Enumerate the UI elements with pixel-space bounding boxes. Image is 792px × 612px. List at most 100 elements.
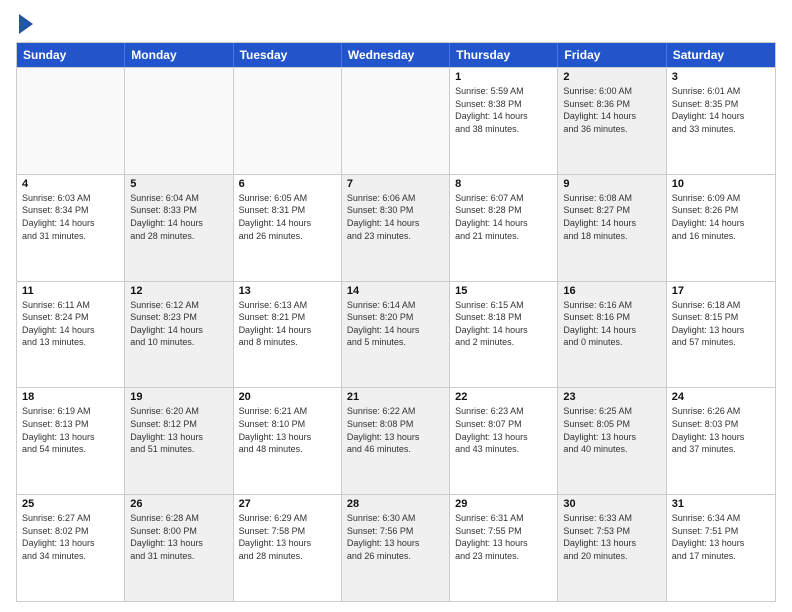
- day-number: 16: [563, 285, 660, 297]
- calendar-cell: [17, 68, 125, 174]
- calendar-cell: 18 Sunrise: 6:19 AM Sunset: 8:13 PM Dayli…: [17, 388, 125, 494]
- calendar-row: 1Sunrise: 5:59 AM Sunset: 8:38 PM Daylig…: [17, 67, 775, 174]
- page: SundayMondayTuesdayWednesdayThursdayFrid…: [0, 0, 792, 612]
- day-number: 5: [130, 178, 227, 190]
- calendar-cell: 28Sunrise: 6:30 AM Sunset: 7:56 PM Dayli…: [342, 495, 450, 601]
- day-info: Sunrise: 6:26 AM Sunset: 8:03 PM Dayligh…: [672, 405, 770, 455]
- day-info: Sunrise: 6:20 AM Sunset: 8:12 PM Dayligh…: [130, 405, 227, 455]
- calendar-row: 18 Sunrise: 6:19 AM Sunset: 8:13 PM Dayli…: [17, 387, 775, 494]
- calendar-cell: 3 Sunrise: 6:01 AM Sunset: 8:35 PM Daylig…: [667, 68, 775, 174]
- cal-header-cell: Sunday: [17, 43, 125, 67]
- calendar-cell: 9 Sunrise: 6:08 AM Sunset: 8:27 PM Daylig…: [558, 175, 666, 281]
- day-number: 21: [347, 391, 444, 403]
- day-number: 28: [347, 498, 444, 510]
- day-info: Sunrise: 6:06 AM Sunset: 8:30 PM Dayligh…: [347, 192, 444, 242]
- calendar-cell: 7 Sunrise: 6:06 AM Sunset: 8:30 PM Daylig…: [342, 175, 450, 281]
- day-number: 6: [239, 178, 336, 190]
- calendar-cell: [125, 68, 233, 174]
- day-number: 10: [672, 178, 770, 190]
- calendar: SundayMondayTuesdayWednesdayThursdayFrid…: [16, 42, 776, 602]
- day-info: Sunrise: 6:01 AM Sunset: 8:35 PM Dayligh…: [672, 85, 770, 135]
- cal-header-cell: Friday: [558, 43, 666, 67]
- calendar-cell: 5Sunrise: 6:04 AM Sunset: 8:33 PM Daylig…: [125, 175, 233, 281]
- day-info: Sunrise: 6:08 AM Sunset: 8:27 PM Dayligh…: [563, 192, 660, 242]
- calendar-cell: [234, 68, 342, 174]
- calendar-cell: 27 Sunrise: 6:29 AM Sunset: 7:58 PM Dayli…: [234, 495, 342, 601]
- day-info: Sunrise: 6:07 AM Sunset: 8:28 PM Dayligh…: [455, 192, 552, 242]
- calendar-row: 11 Sunrise: 6:11 AM Sunset: 8:24 PM Dayli…: [17, 281, 775, 388]
- day-number: 17: [672, 285, 770, 297]
- day-number: 26: [130, 498, 227, 510]
- day-number: 13: [239, 285, 336, 297]
- day-number: 25: [22, 498, 119, 510]
- day-info: Sunrise: 6:12 AM Sunset: 8:23 PM Dayligh…: [130, 299, 227, 349]
- day-info: Sunrise: 6:28 AM Sunset: 8:00 PM Dayligh…: [130, 512, 227, 562]
- day-info: Sunrise: 6:00 AM Sunset: 8:36 PM Dayligh…: [563, 85, 660, 135]
- calendar-cell: 30 Sunrise: 6:33 AM Sunset: 7:53 PM Dayli…: [558, 495, 666, 601]
- cal-header-cell: Wednesday: [342, 43, 450, 67]
- day-info: Sunrise: 6:03 AM Sunset: 8:34 PM Dayligh…: [22, 192, 119, 242]
- calendar-header: SundayMondayTuesdayWednesdayThursdayFrid…: [17, 43, 775, 67]
- day-info: Sunrise: 6:09 AM Sunset: 8:26 PM Dayligh…: [672, 192, 770, 242]
- calendar-cell: 25 Sunrise: 6:27 AM Sunset: 8:02 PM Dayli…: [17, 495, 125, 601]
- logo-arrow-icon: [19, 14, 33, 34]
- day-number: 12: [130, 285, 227, 297]
- day-info: Sunrise: 5:59 AM Sunset: 8:38 PM Dayligh…: [455, 85, 552, 135]
- cal-header-cell: Thursday: [450, 43, 558, 67]
- calendar-cell: [342, 68, 450, 174]
- calendar-cell: 19 Sunrise: 6:20 AM Sunset: 8:12 PM Dayli…: [125, 388, 233, 494]
- calendar-cell: 20 Sunrise: 6:21 AM Sunset: 8:10 PM Dayli…: [234, 388, 342, 494]
- day-info: Sunrise: 6:22 AM Sunset: 8:08 PM Dayligh…: [347, 405, 444, 455]
- calendar-cell: 10 Sunrise: 6:09 AM Sunset: 8:26 PM Dayli…: [667, 175, 775, 281]
- calendar-row: 4 Sunrise: 6:03 AM Sunset: 8:34 PM Daylig…: [17, 174, 775, 281]
- day-info: Sunrise: 6:15 AM Sunset: 8:18 PM Dayligh…: [455, 299, 552, 349]
- calendar-cell: 22 Sunrise: 6:23 AM Sunset: 8:07 PM Dayli…: [450, 388, 558, 494]
- day-info: Sunrise: 6:34 AM Sunset: 7:51 PM Dayligh…: [672, 512, 770, 562]
- day-info: Sunrise: 6:21 AM Sunset: 8:10 PM Dayligh…: [239, 405, 336, 455]
- calendar-cell: 26 Sunrise: 6:28 AM Sunset: 8:00 PM Dayli…: [125, 495, 233, 601]
- day-info: Sunrise: 6:33 AM Sunset: 7:53 PM Dayligh…: [563, 512, 660, 562]
- calendar-body: 1Sunrise: 5:59 AM Sunset: 8:38 PM Daylig…: [17, 67, 775, 601]
- calendar-cell: 21 Sunrise: 6:22 AM Sunset: 8:08 PM Dayli…: [342, 388, 450, 494]
- day-number: 15: [455, 285, 552, 297]
- calendar-cell: 12 Sunrise: 6:12 AM Sunset: 8:23 PM Dayli…: [125, 282, 233, 388]
- day-number: 31: [672, 498, 770, 510]
- day-number: 11: [22, 285, 119, 297]
- day-number: 30: [563, 498, 660, 510]
- day-info: Sunrise: 6:31 AM Sunset: 7:55 PM Dayligh…: [455, 512, 552, 562]
- logo-text: [16, 16, 33, 34]
- day-info: Sunrise: 6:18 AM Sunset: 8:15 PM Dayligh…: [672, 299, 770, 349]
- calendar-cell: 11 Sunrise: 6:11 AM Sunset: 8:24 PM Dayli…: [17, 282, 125, 388]
- cal-header-cell: Saturday: [667, 43, 775, 67]
- day-info: Sunrise: 6:29 AM Sunset: 7:58 PM Dayligh…: [239, 512, 336, 562]
- day-number: 4: [22, 178, 119, 190]
- day-info: Sunrise: 6:19 AM Sunset: 8:13 PM Dayligh…: [22, 405, 119, 455]
- day-number: 18: [22, 391, 119, 403]
- day-number: 19: [130, 391, 227, 403]
- logo: [16, 16, 33, 34]
- calendar-cell: 16 Sunrise: 6:16 AM Sunset: 8:16 PM Dayli…: [558, 282, 666, 388]
- day-info: Sunrise: 6:25 AM Sunset: 8:05 PM Dayligh…: [563, 405, 660, 455]
- calendar-cell: 29 Sunrise: 6:31 AM Sunset: 7:55 PM Dayli…: [450, 495, 558, 601]
- day-number: 27: [239, 498, 336, 510]
- day-info: Sunrise: 6:13 AM Sunset: 8:21 PM Dayligh…: [239, 299, 336, 349]
- day-number: 22: [455, 391, 552, 403]
- calendar-cell: 13 Sunrise: 6:13 AM Sunset: 8:21 PM Dayli…: [234, 282, 342, 388]
- calendar-cell: 1Sunrise: 5:59 AM Sunset: 8:38 PM Daylig…: [450, 68, 558, 174]
- day-number: 23: [563, 391, 660, 403]
- day-number: 20: [239, 391, 336, 403]
- day-info: Sunrise: 6:11 AM Sunset: 8:24 PM Dayligh…: [22, 299, 119, 349]
- cal-header-cell: Tuesday: [234, 43, 342, 67]
- day-info: Sunrise: 6:27 AM Sunset: 8:02 PM Dayligh…: [22, 512, 119, 562]
- day-info: Sunrise: 6:23 AM Sunset: 8:07 PM Dayligh…: [455, 405, 552, 455]
- day-number: 3: [672, 71, 770, 83]
- day-number: 7: [347, 178, 444, 190]
- day-number: 9: [563, 178, 660, 190]
- day-info: Sunrise: 6:16 AM Sunset: 8:16 PM Dayligh…: [563, 299, 660, 349]
- calendar-cell: 15 Sunrise: 6:15 AM Sunset: 8:18 PM Dayli…: [450, 282, 558, 388]
- calendar-cell: 24Sunrise: 6:26 AM Sunset: 8:03 PM Dayli…: [667, 388, 775, 494]
- calendar-cell: 4 Sunrise: 6:03 AM Sunset: 8:34 PM Daylig…: [17, 175, 125, 281]
- cal-header-cell: Monday: [125, 43, 233, 67]
- day-number: 29: [455, 498, 552, 510]
- calendar-cell: 23 Sunrise: 6:25 AM Sunset: 8:05 PM Dayli…: [558, 388, 666, 494]
